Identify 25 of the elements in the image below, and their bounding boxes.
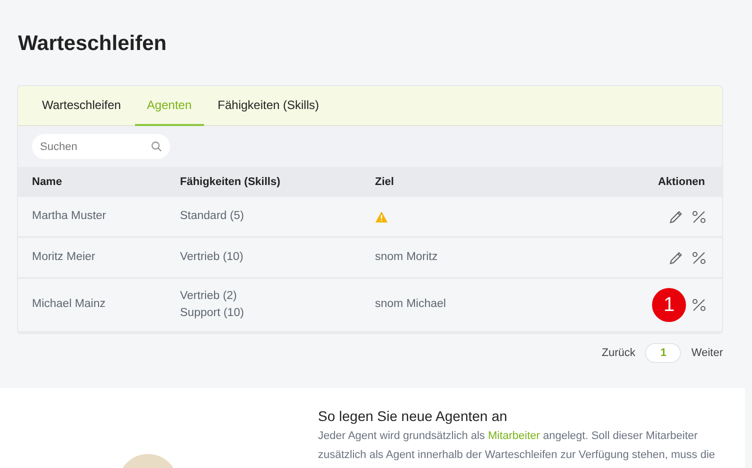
table-cell-text: Vertrieb (2) bbox=[180, 289, 238, 304]
help-text: Jeder Agent wird grundsätzlich als Mitarbeiter angelegt. Soll dieser Mitarbeiter zusätzlich als Agent innerhalb der Warteschleifen zur Verfügung stehen, muss die bbox=[318, 429, 716, 463]
next-link[interactable]: Weiter bbox=[691, 344, 723, 362]
table-cell-text: Michael Mainz bbox=[32, 297, 106, 312]
previous-link[interactable]: Zurück bbox=[602, 344, 636, 362]
column-header: Fähigkeiten (Skills) bbox=[180, 174, 282, 190]
table-cell-text: snom Moritz bbox=[375, 250, 438, 265]
search-icon bbox=[151, 140, 162, 152]
tab[interactable]: Fähigkeiten (Skills) bbox=[206, 86, 332, 126]
pencil-icon[interactable] bbox=[669, 250, 683, 265]
help-heading: So legen Sie neue Agenten an bbox=[318, 407, 508, 426]
table-cell-text: Moritz Meier bbox=[32, 250, 96, 265]
table-cell-text: snom Michael bbox=[375, 297, 446, 312]
search-field[interactable]: Suchen bbox=[32, 134, 170, 160]
column-header: Aktionen bbox=[658, 174, 706, 190]
page-title: Warteschleifen bbox=[18, 31, 167, 57]
column-header: Name bbox=[32, 174, 63, 190]
table-cell-text: Vertrieb (10) bbox=[180, 250, 244, 266]
table-cell-text: Martha Muster bbox=[32, 208, 108, 224]
notification-badge: 1 bbox=[652, 288, 686, 322]
pencil-icon[interactable] bbox=[669, 210, 683, 224]
tab[interactable]: Warteschleifen bbox=[30, 86, 133, 126]
column-header: Ziel bbox=[375, 174, 395, 190]
table-cell-text: Support (10) bbox=[180, 306, 245, 322]
table-cell-text: Standard (5) bbox=[180, 209, 245, 224]
